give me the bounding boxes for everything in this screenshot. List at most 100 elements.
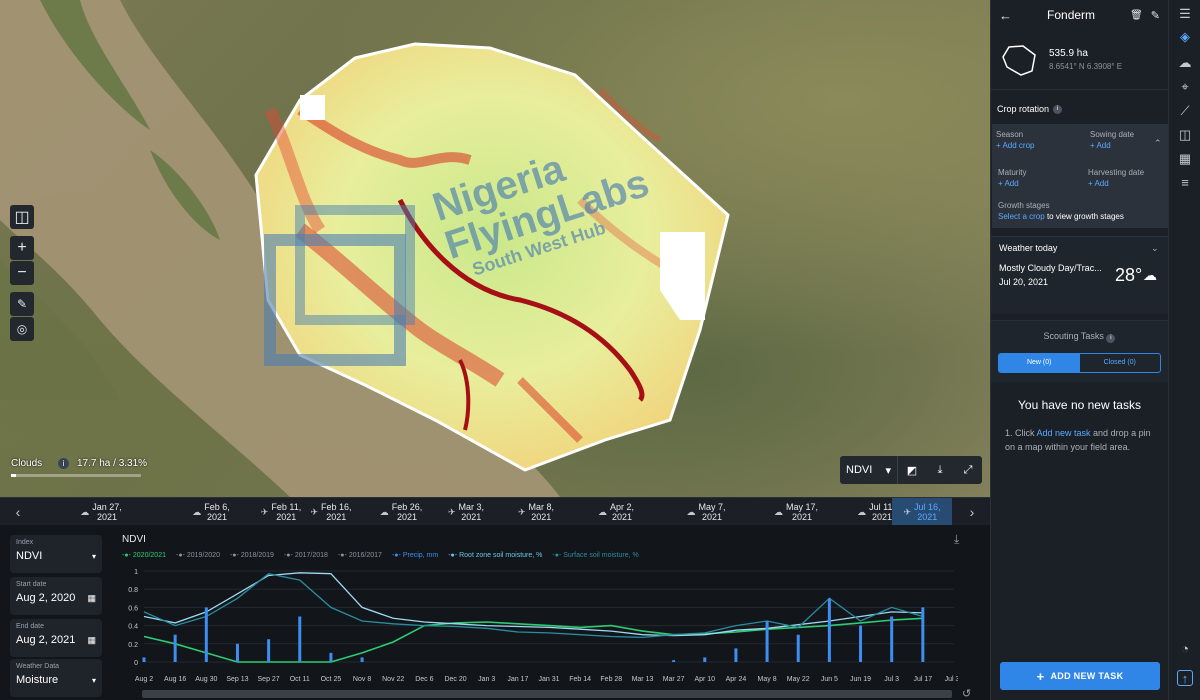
timeline-item[interactable]: ☁ Apr 2, 2021	[586, 498, 646, 526]
database-icon[interactable]: ≡	[1177, 175, 1193, 191]
field-summary[interactable]: 535.9 ha 8.6541° N 6.3908° E	[991, 30, 1168, 90]
timeline-item[interactable]: ✈ Jul 16, 2021	[892, 497, 952, 526]
satellite-icon: ✈	[310, 506, 318, 517]
select-crop-link[interactable]: Select a crop	[998, 212, 1045, 221]
chevron-down-icon[interactable]: ⌄	[1151, 243, 1159, 254]
tab-new[interactable]: New (0)	[999, 353, 1080, 372]
legend-item[interactable]: -●- 2018/2019	[230, 552, 274, 559]
end-date-field[interactable]: End date Aug 2, 2021 ▦	[10, 619, 102, 657]
legend-dot-icon: -●-	[283, 552, 293, 559]
weather-data-value: Moisture	[16, 674, 59, 686]
legend-item[interactable]: -●- 2019/2020	[176, 552, 220, 559]
x-tick-label: Dec 6	[415, 676, 433, 683]
analytics-panel: Index NDVI ▾ Start date Aug 2, 2020 ▦ End …	[0, 525, 990, 700]
x-tick-label: Jul 17	[914, 676, 933, 683]
compare-icon[interactable]: ◫	[10, 205, 34, 229]
start-date-field[interactable]: Start date Aug 2, 2020 ▦	[10, 577, 102, 615]
timeline-item[interactable]: ✈ Mar 3, 2021	[436, 498, 496, 526]
add-harvest-link[interactable]: + Add	[1088, 179, 1144, 188]
layer-toolbar: NDVI ▾ ◩ ⤓ ⤢	[840, 456, 982, 484]
legend-dot-icon: -●-	[175, 552, 185, 559]
ruler-icon[interactable]: ✎	[10, 292, 34, 316]
precip-bar	[235, 643, 239, 662]
x-tick-label: Sep 27	[258, 676, 280, 683]
chevron-right-icon[interactable]: ›	[954, 504, 990, 520]
precip-bar	[298, 616, 302, 662]
legend-dot-icon: -●-	[229, 552, 239, 559]
menu-icon[interactable]: ☰	[1177, 6, 1193, 22]
legend-item[interactable]: -●- Root zone soil moisture, %	[448, 552, 542, 559]
compare-icon[interactable]: ◫	[1177, 127, 1193, 143]
cloud-icon[interactable]: ☁	[1177, 55, 1193, 71]
x-tick-label: Jul 31	[945, 676, 958, 683]
crop-rotation-title: Crop rotation i	[997, 104, 1162, 114]
delete-icon[interactable]: 🗑	[1130, 10, 1143, 21]
timeline-item[interactable]: ☁ May 7, 2021	[676, 498, 736, 526]
timeline-date: May 17, 2021	[785, 501, 818, 522]
x-tick-label: Jan 3	[478, 676, 495, 683]
precip-bar	[921, 607, 925, 662]
legend-label: 2018/2019	[240, 552, 274, 559]
chevron-left-icon[interactable]: ‹	[0, 504, 36, 520]
info-icon[interactable]: i	[58, 458, 69, 469]
y-tick-label: 0.2	[128, 642, 138, 649]
chart-icon[interactable]: ⟋	[1177, 103, 1193, 119]
calendar-icon[interactable]: ▦	[1177, 151, 1193, 167]
layers-icon[interactable]: ◈	[1177, 29, 1193, 45]
edit-icon[interactable]: ✎	[1151, 9, 1160, 22]
zoom-in-icon[interactable]: +	[10, 236, 34, 260]
chevron-up-icon[interactable]: ⌃	[1154, 138, 1162, 149]
locate-icon[interactable]: ◎	[10, 317, 34, 341]
legend-item[interactable]: -●- 2020/2021	[122, 552, 166, 559]
account-icon[interactable]: ◔	[1177, 641, 1193, 657]
timeline-item[interactable]: ☁ Feb 6, 2021	[181, 498, 241, 526]
timeline-item[interactable]: ☁ May 17, 2021	[766, 498, 826, 526]
index-select[interactable]: Index NDVI ▾	[10, 535, 102, 573]
weather-card[interactable]: Weather today ⌄ Mostly Cloudy Day/Trac..…	[991, 236, 1168, 314]
timeline-date: Jan 27, 2021	[92, 501, 122, 522]
zoom-out-icon[interactable]: −	[10, 261, 34, 285]
legend-label: Surface soil moisture, %	[563, 552, 639, 559]
pin-icon[interactable]: ⌖	[1177, 79, 1193, 95]
info-icon[interactable]: i	[1053, 104, 1063, 114]
timeline-item[interactable]: ☁ Jan 27, 2021	[66, 498, 136, 526]
harvest-label: Harvesting date	[1088, 168, 1145, 177]
download-icon[interactable]: ⤓	[926, 456, 954, 484]
x-tick-label: Jun 19	[850, 676, 871, 683]
legend-label: 2017/2018	[294, 552, 328, 559]
legend-item[interactable]: -●- 2016/2017	[338, 552, 382, 559]
add-maturity-link[interactable]: + Add	[998, 179, 1026, 188]
reset-icon[interactable]: ↺	[962, 687, 971, 700]
chart-scrollbar[interactable]	[142, 690, 952, 698]
tab-closed[interactable]: Closed (0)	[1080, 354, 1161, 372]
x-tick-label: Mar 27	[663, 676, 685, 683]
add-new-task-link[interactable]: Add new task	[1037, 428, 1091, 438]
x-tick-label: Oct 11	[290, 676, 310, 683]
cloud-icon: ☁	[686, 506, 696, 517]
x-tick-label: Oct 25	[321, 676, 342, 683]
add-crop-link[interactable]: + Add crop	[996, 141, 1034, 150]
weather-data-select[interactable]: Weather Data Moisture ▾	[10, 659, 102, 697]
back-arrow-icon[interactable]: ←	[999, 8, 1012, 23]
add-sowing-link[interactable]: + Add	[1090, 141, 1134, 150]
upload-icon[interactable]: ↑	[1177, 670, 1193, 686]
map-view[interactable]: Nigeria FlyingLabs South West Hub ◫ + − …	[0, 0, 990, 497]
legend-item[interactable]: -●- 2017/2018	[284, 552, 328, 559]
download-icon[interactable]: ⤓	[954, 532, 959, 547]
add-new-task-button[interactable]: + ADD NEW TASK	[1000, 662, 1160, 690]
layer-select[interactable]: NDVI ▾	[840, 456, 898, 484]
x-tick-label: May 8	[758, 676, 777, 683]
legend-item[interactable]: -●- Precip, mm	[392, 552, 438, 559]
info-icon[interactable]: i	[1106, 333, 1116, 343]
precip-bar	[827, 598, 831, 662]
y-tick-label: 0.4	[128, 624, 138, 631]
timeline-item[interactable]: ✈ Mar 8, 2021	[506, 498, 566, 526]
precip-bar	[267, 639, 271, 662]
legend-item[interactable]: -●- Surface soil moisture, %	[552, 552, 638, 559]
series-line	[143, 573, 923, 639]
timeline-item[interactable]: ☁ Feb 26, 2021	[371, 498, 431, 526]
fullscreen-icon[interactable]: ⤢	[954, 456, 982, 484]
timeline-item[interactable]: ✈ Feb 16, 2021	[301, 498, 361, 526]
contrast-icon[interactable]: ◩	[898, 456, 926, 484]
timeline-date: Mar 8, 2021	[528, 501, 555, 522]
